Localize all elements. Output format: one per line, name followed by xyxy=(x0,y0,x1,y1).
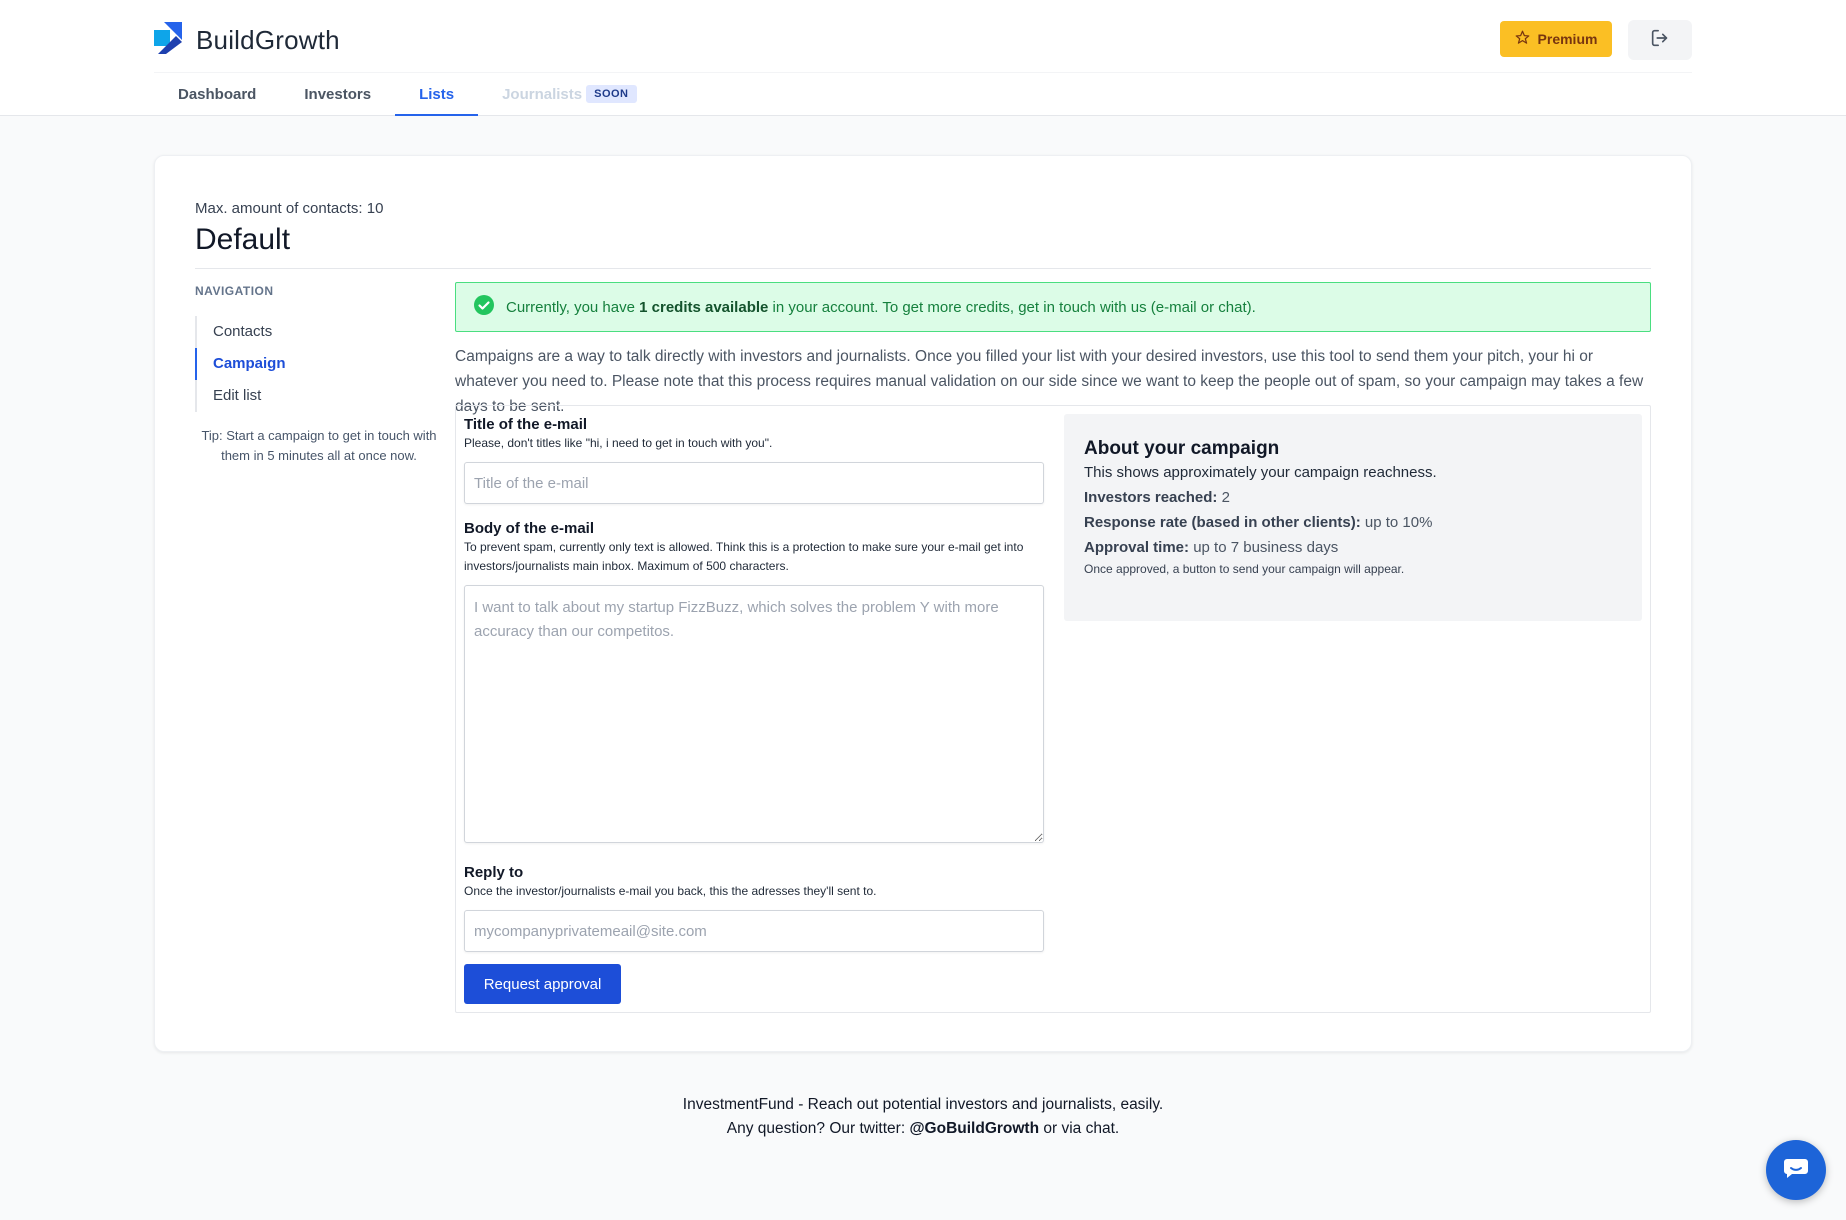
stat-investors-reached: Investors reached: 2 xyxy=(1084,489,1230,506)
list-sidebar: NAVIGATION Contacts Campaign Edit list T… xyxy=(195,284,443,466)
credits-alert: Currently, you have 1 credits available … xyxy=(455,282,1651,332)
page-title: Default xyxy=(195,223,291,256)
tab-journalists: Journalists SOON xyxy=(478,74,660,116)
footer-tagline: InvestmentFund - Reach out potential inv… xyxy=(682,1096,1164,1113)
brand[interactable]: BuildGrowth xyxy=(154,21,340,59)
sidebar-item-contacts[interactable]: Contacts xyxy=(195,316,443,348)
tab-lists[interactable]: Lists xyxy=(395,74,479,116)
about-campaign-panel: About your campaign This shows approxima… xyxy=(1064,414,1642,621)
soon-badge: SOON xyxy=(586,85,637,103)
email-title-input[interactable] xyxy=(464,462,1044,504)
logout-button[interactable] xyxy=(1628,20,1692,60)
buildgrowth-logo-icon xyxy=(154,21,182,59)
header-divider xyxy=(154,72,1692,73)
tab-dashboard[interactable]: Dashboard xyxy=(154,74,280,116)
check-circle-icon xyxy=(474,295,494,319)
logout-icon xyxy=(1649,27,1671,54)
premium-label: Premium xyxy=(1537,31,1598,47)
nav-heading: NAVIGATION xyxy=(195,284,274,298)
about-note: Once approved, a button to send your cam… xyxy=(1084,562,1405,576)
premium-button[interactable]: Premium xyxy=(1500,21,1612,57)
body-field-hint: To prevent spam, currently only text is … xyxy=(464,540,1024,573)
header-inner: BuildGrowth Premium Dashboard Investors … xyxy=(154,0,1692,116)
about-title: About your campaign xyxy=(1084,438,1280,459)
reply-field-label: Reply to xyxy=(464,864,524,881)
request-approval-button[interactable]: Request approval xyxy=(464,964,621,1004)
email-body-textarea[interactable] xyxy=(464,585,1044,843)
stat-approval-time: Approval time: up to 7 business days xyxy=(1084,539,1339,556)
sidebar-item-campaign[interactable]: Campaign xyxy=(195,348,443,380)
chat-icon xyxy=(1783,1157,1809,1184)
list-card: Max. amount of contacts: 10 Default NAVI… xyxy=(154,155,1692,1052)
main-tabs: Dashboard Investors Lists Journalists SO… xyxy=(154,74,661,116)
credits-count: 1 credits available xyxy=(639,298,769,316)
sidebar-tip: Tip: Start a campaign to get in touch wi… xyxy=(201,428,437,463)
chat-button[interactable] xyxy=(1766,1140,1826,1200)
campaign-form-box: Title of the e-mail Please, don't titles… xyxy=(455,405,1651,1013)
reply-field-hint: Once the investor/journalists e-mail you… xyxy=(464,884,877,898)
about-subtitle: This shows approximately your campaign r… xyxy=(1084,464,1437,481)
page-footer: InvestmentFund - Reach out potential inv… xyxy=(0,1093,1846,1141)
title-field-hint: Please, don't titles like "hi, i need to… xyxy=(464,436,773,450)
tab-journalists-label: Journalists xyxy=(502,85,583,103)
sidebar-item-edit-list[interactable]: Edit list xyxy=(195,380,443,412)
reply-to-input[interactable] xyxy=(464,910,1044,952)
campaign-form: Title of the e-mail Please, don't titles… xyxy=(464,416,1044,1004)
brand-name: BuildGrowth xyxy=(196,24,340,55)
body-field-label: Body of the e-mail xyxy=(464,520,595,537)
nav-items: Contacts Campaign Edit list xyxy=(195,316,443,412)
max-contacts-text: Max. amount of contacts: 10 xyxy=(195,200,384,217)
list-header: Max. amount of contacts: 10 Default xyxy=(195,200,1651,269)
title-field-label: Title of the e-mail xyxy=(464,416,588,433)
twitter-link[interactable]: @GoBuildGrowth xyxy=(909,1120,1039,1137)
top-header: BuildGrowth Premium Dashboard Investors … xyxy=(0,0,1846,116)
star-icon xyxy=(1515,30,1530,48)
stat-response-rate: Response rate (based in other clients): … xyxy=(1084,514,1433,531)
footer-contact: Any question? Our twitter: @GoBuildGrowt… xyxy=(726,1120,1120,1137)
tab-investors[interactable]: Investors xyxy=(280,74,395,116)
campaign-content: Currently, you have 1 credits available … xyxy=(455,282,1651,1013)
credits-alert-text: Currently, you have 1 credits available … xyxy=(506,298,1256,316)
